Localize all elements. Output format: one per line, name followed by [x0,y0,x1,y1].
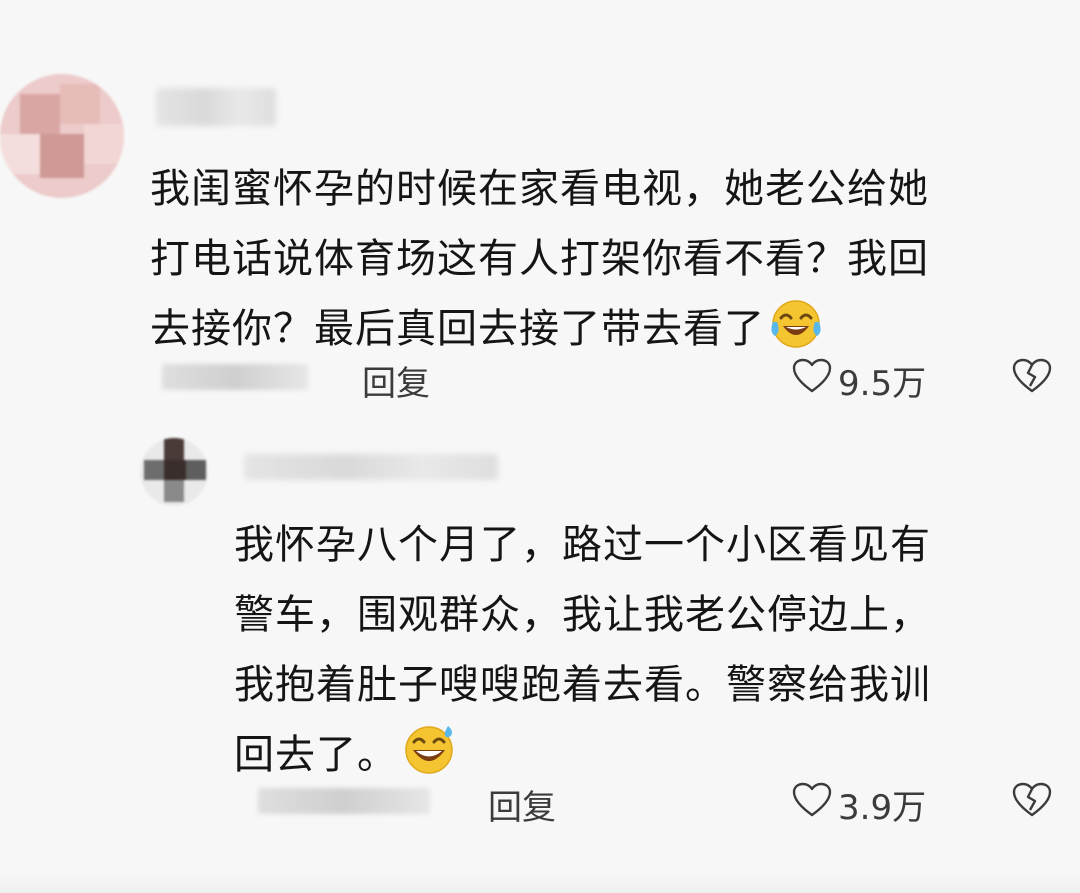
timestamp-blurred [162,364,308,390]
grin-sweat-emoji [402,722,456,776]
laugh-cry-emoji [769,296,823,350]
heart-icon [792,782,832,827]
comment-line: 我怀孕八个月了，路过一个小区看见有 [234,522,931,568]
comment-line: 我抱着肚子嗖嗖跑着去看。警察给我训 [234,662,931,708]
like-button[interactable]: 9.5万 [792,356,926,405]
heart-icon [792,358,832,403]
timestamp-blurred [258,788,430,814]
comment-2: 我怀孕八个月了，路过一个小区看见有 警车，围观群众，我让我老公停边上， 我抱着肚… [0,420,1080,893]
like-count: 9.5万 [838,364,927,404]
comment-line: 我闺蜜怀孕的时候在家看电视，她老公给她 [150,166,929,212]
broken-heart-icon[interactable] [1012,358,1052,398]
reply-button[interactable]: 回复 [362,356,430,405]
comment-1: 我闺蜜怀孕的时候在家看电视，她老公给她 打电话说体育场这有人打架你看不看？我回 … [0,0,1080,420]
comment-text: 我闺蜜怀孕的时候在家看电视，她老公给她 打电话说体育场这有人打架你看不看？我回 … [150,154,929,364]
bottom-edge [0,873,1080,893]
username-blurred[interactable] [244,454,498,480]
reply-button[interactable]: 回复 [488,780,556,829]
comment-text: 我怀孕八个月了，路过一个小区看见有 警车，围观群众，我让我老公停边上， 我抱着肚… [234,510,931,790]
broken-heart-icon[interactable] [1012,782,1052,822]
like-count: 3.9万 [838,788,927,828]
comment-line: 警车，围观群众，我让我老公停边上， [234,592,931,638]
like-button[interactable]: 3.9万 [792,780,926,829]
username-blurred[interactable] [156,88,276,126]
comment-meta-row: 回复 3.9万 [0,776,1080,829]
comment-line: 回去了。 [234,732,398,778]
avatar[interactable] [0,74,124,198]
comment-line: 打电话说体育场这有人打架你看不看？我回 [150,236,929,282]
avatar[interactable] [140,438,208,506]
comment-meta-row: 回复 9.5万 [0,352,1080,405]
comment-line: 去接你？最后真回去接了带去看了 [150,306,765,352]
